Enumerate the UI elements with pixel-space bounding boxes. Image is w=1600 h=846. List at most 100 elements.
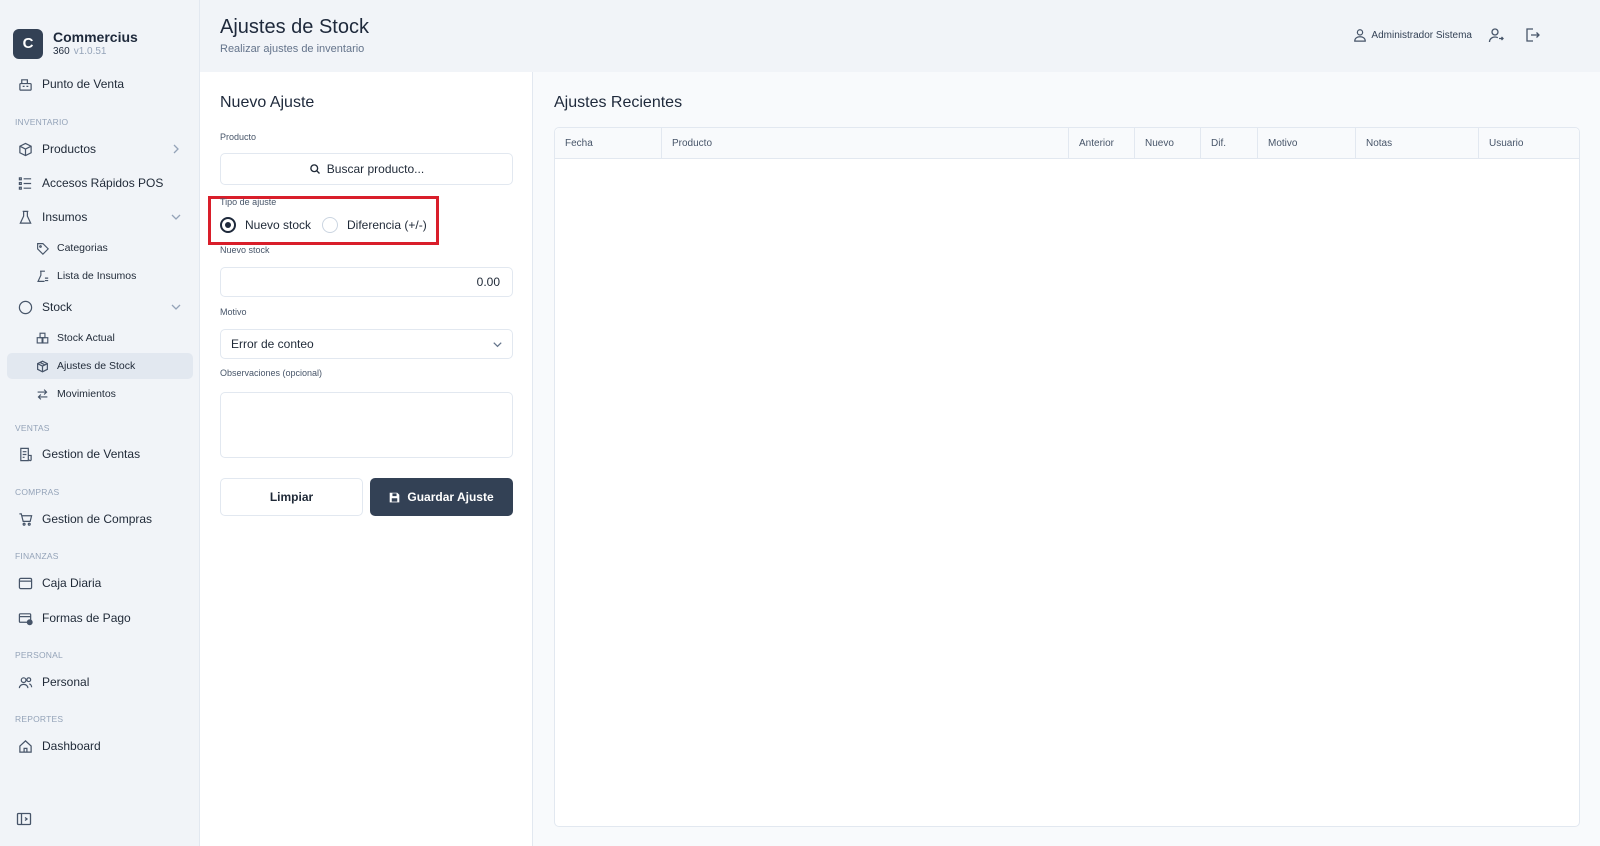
sidebar-item-caja-diaria[interactable]: Caja Diaria — [7, 569, 193, 597]
recent-title: Ajustes Recientes — [554, 94, 683, 111]
save-adjustment-button[interactable]: Guardar Ajuste — [370, 478, 513, 516]
sidebar-item-movimientos[interactable]: Movimientos — [7, 381, 193, 407]
save-button-label: Guardar Ajuste — [407, 490, 494, 504]
sidebar-item-productos[interactable]: Productos — [7, 135, 193, 163]
flask-icon — [17, 209, 33, 225]
sidebar-item-label: Dashboard — [42, 739, 101, 753]
column-header-fecha[interactable]: Fecha — [555, 128, 662, 159]
new-stock-input[interactable]: 0.00 — [220, 267, 513, 297]
sidebar-item-label: Gestion de Ventas — [42, 447, 141, 461]
page-header: Ajustes de Stock Realizar ajustes de inv… — [200, 0, 1600, 72]
sidebar-item-stock-actual[interactable]: Stock Actual — [7, 325, 193, 351]
sidebar-item-formas-de-pago[interactable]: Formas de Pago — [7, 604, 193, 632]
section-label-compras: COMPRAS — [15, 487, 60, 497]
chevron-down-icon — [169, 300, 183, 314]
section-label-finanzas: FINANZAS — [15, 551, 59, 561]
sidebar-item-label: Ajustes de Stock — [57, 360, 136, 372]
adjustments-table: Fecha Producto Anterior Nuevo Dif. Motiv… — [554, 127, 1580, 827]
sidebar-collapse-icon[interactable] — [16, 812, 32, 826]
sidebar-item-gestion-compras[interactable]: Gestion de Compras — [7, 505, 193, 533]
section-label-inventario: INVENTARIO — [15, 117, 69, 127]
sidebar-item-insumos[interactable]: Insumos — [7, 203, 193, 231]
sidebar-item-punto-de-venta[interactable]: Punto de Venta — [7, 70, 193, 98]
radio-nuevo-stock[interactable]: Nuevo stock — [220, 217, 311, 233]
sidebar-item-label: Productos — [42, 142, 97, 156]
column-header-anterior[interactable]: Anterior — [1069, 128, 1135, 159]
product-label: Producto — [220, 132, 257, 142]
wallet-icon — [17, 575, 33, 591]
sidebar-item-label: Stock Actual — [57, 332, 115, 344]
clear-button[interactable]: Limpiar — [220, 478, 363, 516]
sidebar-item-label: Formas de Pago — [42, 611, 131, 625]
sidebar-item-personal[interactable]: Personal — [7, 668, 193, 696]
radio-diferencia[interactable]: Diferencia (+/-) — [322, 217, 427, 233]
radio-circle — [322, 217, 338, 233]
switch-user-icon[interactable] — [1488, 27, 1504, 43]
box-icon — [17, 141, 33, 157]
section-label-ventas: VENTAS — [15, 423, 50, 433]
adjustment-type-label: Tipo de ajuste — [220, 197, 277, 207]
column-header-nuevo[interactable]: Nuevo — [1135, 128, 1201, 159]
sidebar-item-label: Lista de Insumos — [57, 270, 137, 282]
product-search-label: Buscar producto... — [326, 162, 425, 176]
search-icon — [309, 163, 321, 175]
column-header-producto[interactable]: Producto — [662, 128, 1069, 159]
brand: C Commercius 360 v1.0.51 — [0, 0, 199, 70]
logout-icon[interactable] — [1524, 27, 1540, 43]
notes-label: Observaciones (opcional) — [220, 368, 323, 378]
radio-label: Nuevo stock — [245, 218, 312, 232]
sidebar-item-gestion-ventas[interactable]: Gestion de Ventas — [7, 440, 193, 468]
user-name: Administrador Sistema — [1371, 29, 1472, 41]
sidebar-item-dashboard[interactable]: Dashboard — [7, 732, 193, 760]
home-icon — [17, 738, 33, 754]
list-icon — [17, 175, 33, 191]
arrows-swap-icon — [35, 387, 49, 401]
sidebar-item-stock[interactable]: Stock — [7, 293, 193, 321]
circle-icon — [17, 299, 33, 315]
package-icon — [35, 359, 49, 373]
register-icon — [17, 76, 33, 92]
card-settings-icon — [17, 610, 33, 626]
brand-name: Commercius — [53, 28, 138, 45]
table-header: Fecha Producto Anterior Nuevo Dif. Motiv… — [555, 128, 1579, 159]
sidebar-item-categorias[interactable]: Categorias — [7, 235, 193, 261]
tag-icon — [35, 241, 49, 255]
chevron-down-icon — [169, 210, 183, 224]
reason-selected-value: Error de conteo — [231, 337, 314, 351]
column-header-usuario[interactable]: Usuario — [1479, 128, 1579, 159]
sidebar-item-label: Gestion de Compras — [42, 512, 153, 526]
brand-sub: 360 — [53, 45, 70, 57]
sidebar-item-label: Insumos — [42, 210, 88, 224]
brand-version: v1.0.51 — [73, 45, 107, 57]
column-header-notas[interactable]: Notas — [1356, 128, 1479, 159]
sidebar-item-label: Stock — [42, 300, 73, 314]
sidebar-item-lista-insumos[interactable]: Lista de Insumos — [7, 263, 193, 289]
column-header-dif[interactable]: Dif. — [1201, 128, 1258, 159]
sidebar-item-label: Accesos Rápidos POS — [42, 176, 164, 190]
users-icon — [17, 674, 33, 690]
boxes-icon — [35, 331, 49, 345]
recent-adjustments-panel: Ajustes Recientes Fecha Producto Anterio… — [533, 72, 1600, 846]
notes-textarea[interactable] — [220, 392, 513, 458]
sidebar-item-accesos-rapidos[interactable]: Accesos Rápidos POS — [7, 169, 193, 197]
page-title: Ajustes de Stock — [220, 16, 369, 38]
sidebar-item-label: Caja Diaria — [42, 576, 102, 590]
reason-label: Motivo — [220, 307, 247, 317]
page-subtitle: Realizar ajustes de inventario — [220, 43, 365, 55]
sidebar-item-ajustes-de-stock[interactable]: Ajustes de Stock — [7, 353, 193, 379]
product-search-button[interactable]: Buscar producto... — [220, 153, 513, 185]
radio-label: Diferencia (+/-) — [347, 218, 427, 232]
reason-select[interactable]: Error de conteo — [220, 329, 513, 359]
sidebar-item-label: Categorias — [57, 242, 108, 254]
sidebar-item-label: Movimientos — [57, 388, 116, 400]
new-stock-label: Nuevo stock — [220, 245, 270, 255]
radio-circle-selected — [220, 217, 236, 233]
sidebar: C Commercius 360 v1.0.51 Punto de Venta I… — [0, 0, 200, 846]
user-menu[interactable]: Administrador Sistema — [1353, 28, 1472, 42]
chevron-right-icon — [169, 142, 183, 156]
panel-title: Nuevo Ajuste — [220, 94, 315, 111]
column-header-motivo[interactable]: Motivo — [1258, 128, 1356, 159]
flask-list-icon — [35, 269, 49, 283]
save-icon — [389, 492, 400, 503]
sidebar-item-label: Punto de Venta — [42, 77, 125, 91]
